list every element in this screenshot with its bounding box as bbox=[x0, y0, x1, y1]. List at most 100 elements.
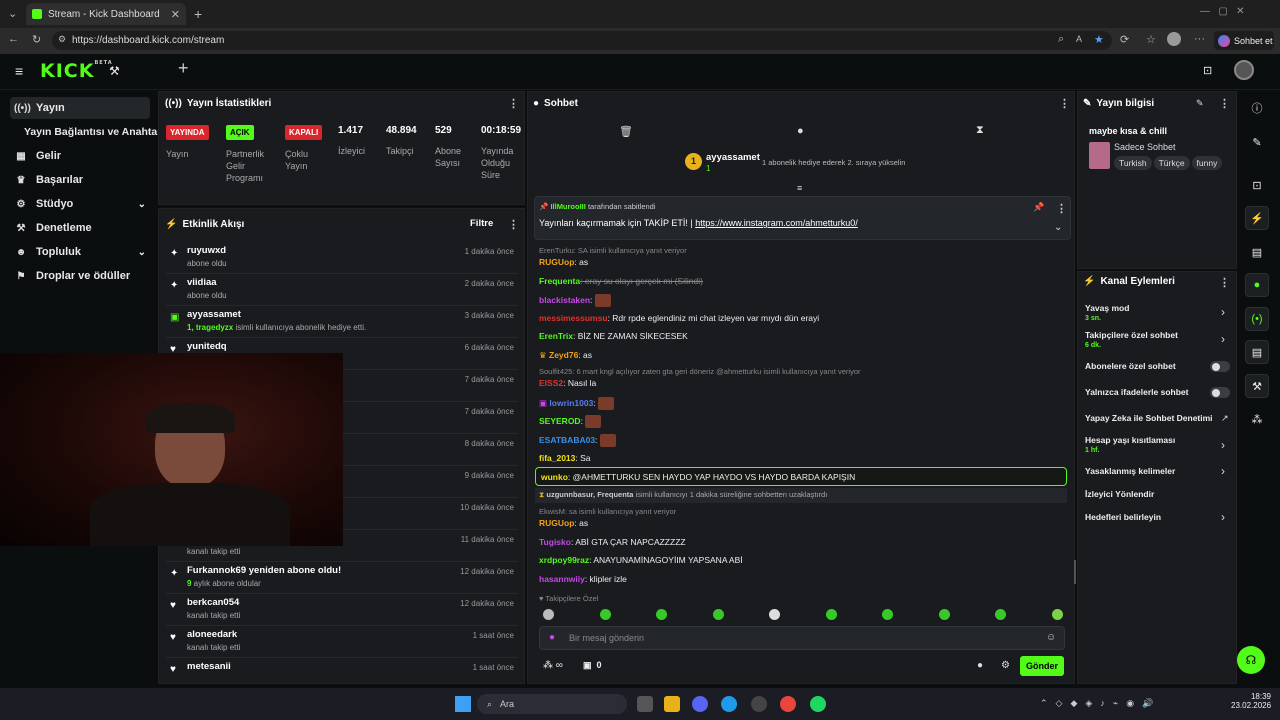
reload-icon[interactable]: ↻ bbox=[32, 33, 41, 46]
window-controls[interactable]: — ▢ ✕ bbox=[1200, 6, 1245, 17]
chevron-right-icon[interactable]: › bbox=[1221, 464, 1225, 478]
edge-icon[interactable] bbox=[721, 696, 737, 712]
tray-icons[interactable]: ⌃◇◆◈♪⌁◉🔊 bbox=[1040, 698, 1161, 709]
banned-words[interactable]: Yasaklanmış kelimeler bbox=[1085, 466, 1235, 476]
chat-bubble-icon[interactable]: ● bbox=[797, 125, 804, 137]
start-icon[interactable] bbox=[455, 696, 471, 712]
gift-count[interactable]: ▣ 0 bbox=[583, 660, 602, 671]
add-widget-icon[interactable]: + bbox=[178, 58, 189, 79]
extensions-icon[interactable]: ⟳ bbox=[1120, 33, 1129, 46]
close-tab-icon[interactable]: ✕ bbox=[171, 8, 180, 21]
stats-header: ((•)) Yayın İstatistikleri bbox=[165, 98, 272, 109]
emoji-icon[interactable]: ☺ bbox=[1046, 632, 1056, 643]
chevron-right-icon[interactable]: › bbox=[1221, 305, 1225, 319]
sidebar-item-topluluk[interactable]: ☻ Topluluk ⌄ bbox=[10, 241, 150, 263]
emote bbox=[656, 609, 668, 620]
zoom-icon[interactable]: ⌕ bbox=[1058, 33, 1064, 46]
clip-icon[interactable]: ⊡ bbox=[1245, 173, 1269, 197]
favorite-star-icon[interactable]: ★ bbox=[1094, 33, 1104, 46]
settings-icon[interactable]: ⚙ bbox=[1001, 660, 1010, 671]
clock[interactable]: 18:39 23.02.2026 bbox=[1231, 692, 1271, 710]
sidebar-item-droplar[interactable]: ⚑ Droplar ve ödüller bbox=[10, 265, 150, 287]
sidebar-item-denetleme[interactable]: ⚒ Denetleme bbox=[10, 217, 150, 239]
browser-tab[interactable]: Stream - Kick Dashboard ✕ bbox=[26, 3, 186, 25]
community-icon[interactable]: ⁂ ∞ bbox=[543, 660, 563, 671]
external-link-icon[interactable]: ↗ bbox=[1221, 413, 1229, 424]
ai-moderation[interactable]: Yapay Zeka ile Sohbet Denetimi bbox=[1085, 413, 1235, 423]
chat-scrollbar[interactable] bbox=[1074, 560, 1076, 584]
spotify-icon[interactable] bbox=[810, 696, 826, 712]
sidebar-item-basarilar[interactable]: ♛ Başarılar bbox=[10, 169, 150, 191]
help-button[interactable]: ☊ bbox=[1237, 646, 1265, 674]
chrome-icon[interactable] bbox=[780, 696, 796, 712]
followers-only-chat[interactable]: Takipçilere özel sohbet 6 dk. bbox=[1085, 330, 1235, 349]
chevron-right-icon[interactable]: › bbox=[1221, 332, 1225, 346]
chat-icon[interactable]: ● bbox=[1245, 273, 1269, 297]
pinned-menu-icon[interactable]: ⋮ bbox=[1056, 202, 1067, 215]
collapse-icon[interactable]: ≡ bbox=[797, 183, 802, 193]
unpin-icon[interactable]: 📌 bbox=[1033, 202, 1044, 213]
lightning-icon[interactable]: ⚡ bbox=[1245, 206, 1269, 230]
wrench-icon[interactable]: ⚒ bbox=[1245, 374, 1269, 398]
read-aloud-icon[interactable]: A bbox=[1076, 34, 1082, 44]
profile-avatar[interactable] bbox=[1167, 32, 1181, 46]
sidebar-item-stream-key[interactable]: Yayın Bağlantısı ve Anahtarı bbox=[20, 121, 164, 143]
channel-actions-menu-icon[interactable]: ⋮ bbox=[1219, 276, 1230, 289]
host-viewers[interactable]: İzleyici Yönlendir bbox=[1085, 489, 1235, 499]
slow-mode[interactable]: Yavaş mod 3 sn. bbox=[1085, 303, 1235, 322]
emotes-only-toggle[interactable] bbox=[1210, 387, 1230, 398]
subscribers-only-toggle[interactable] bbox=[1210, 361, 1230, 372]
discord-icon[interactable] bbox=[692, 696, 708, 712]
trash-icon[interactable]: 🗑 bbox=[619, 125, 633, 138]
stream-preview-icon[interactable]: ⊡ bbox=[1203, 64, 1212, 77]
emote bbox=[585, 415, 602, 428]
stats-menu-icon[interactable]: ⋮ bbox=[508, 97, 519, 110]
menu-icon[interactable]: ≡ bbox=[15, 63, 23, 79]
stream-info-menu-icon[interactable]: ⋮ bbox=[1219, 97, 1230, 110]
pinned-link[interactable]: https://www.instagram.com/ahmetturku0/ bbox=[695, 218, 858, 228]
back-icon[interactable]: ← bbox=[8, 33, 19, 45]
chat-bubble-icon[interactable]: ● bbox=[977, 660, 983, 671]
community-icon[interactable]: ⁂ bbox=[1245, 407, 1269, 431]
kick-logo[interactable]: KICKBETA bbox=[40, 60, 113, 82]
send-button[interactable]: Gönder bbox=[1020, 656, 1064, 676]
filter-button[interactable]: Filtre bbox=[470, 218, 493, 229]
reply-context: Soulfit425: 6 mart kngl açılıyor zaten g… bbox=[539, 367, 861, 376]
new-tab-icon[interactable]: + bbox=[194, 6, 202, 22]
user-avatar[interactable] bbox=[1234, 60, 1254, 80]
favorites-icon[interactable]: ☆ bbox=[1146, 33, 1156, 46]
emote-bar[interactable] bbox=[543, 609, 1063, 620]
tab-list-icon[interactable]: ⌄ bbox=[8, 7, 17, 20]
taskbar-search[interactable]: ⌕ Ara bbox=[477, 694, 627, 714]
layout-icon[interactable]: ▤ bbox=[1245, 340, 1269, 364]
set-goals[interactable]: Hedefleri belirleyin bbox=[1085, 512, 1235, 522]
edit-icon[interactable]: ✎ bbox=[1196, 98, 1204, 109]
chevron-right-icon[interactable]: › bbox=[1221, 438, 1225, 452]
sidebar-item-gelir[interactable]: ▦ Gelir bbox=[10, 145, 150, 167]
copilot-button[interactable]: Sohbet et bbox=[1214, 31, 1274, 50]
sidebar-item-yayin[interactable]: ((•)) Yayın bbox=[10, 97, 150, 119]
subscriber-count: 529 bbox=[435, 125, 452, 136]
task-view-icon[interactable] bbox=[637, 696, 653, 712]
address-bar[interactable]: https://dashboard.kick.com/stream bbox=[52, 31, 1112, 50]
pencil-icon[interactable]: ✎ bbox=[1245, 130, 1269, 154]
activity-menu-icon[interactable]: ⋮ bbox=[508, 218, 519, 231]
more-icon[interactable]: ··· bbox=[1194, 33, 1205, 45]
hammer-icon[interactable]: ⚒ bbox=[109, 64, 120, 78]
hourglass-icon[interactable]: ⧗ bbox=[976, 124, 984, 137]
top-gifter-name[interactable]: ayyassamet bbox=[706, 152, 760, 163]
chevron-right-icon[interactable]: › bbox=[1221, 510, 1225, 524]
chat-message: Frequenta: eray su olayı gerçek mi (Sili… bbox=[539, 276, 703, 286]
document-icon[interactable]: ▤ bbox=[1245, 240, 1269, 264]
info-icon[interactable]: ⓘ bbox=[1245, 96, 1269, 120]
account-age-restriction[interactable]: Hesap yaşı kısıtlaması 1 hf. bbox=[1085, 435, 1235, 454]
microphone-icon[interactable]: ● bbox=[549, 632, 555, 643]
webcam-overlay[interactable] bbox=[0, 353, 343, 546]
file-explorer-icon[interactable] bbox=[664, 696, 680, 712]
obs-icon[interactable] bbox=[751, 696, 767, 712]
broadcast-icon[interactable]: (•) bbox=[1245, 307, 1269, 331]
chat-menu-icon[interactable]: ⋮ bbox=[1059, 97, 1070, 110]
site-info-icon[interactable]: ⚙ bbox=[58, 34, 66, 45]
sidebar-item-studyo[interactable]: ⚙ Stüdyo ⌄ bbox=[10, 193, 150, 215]
expand-chevron-icon[interactable]: ⌄ bbox=[1054, 222, 1062, 233]
